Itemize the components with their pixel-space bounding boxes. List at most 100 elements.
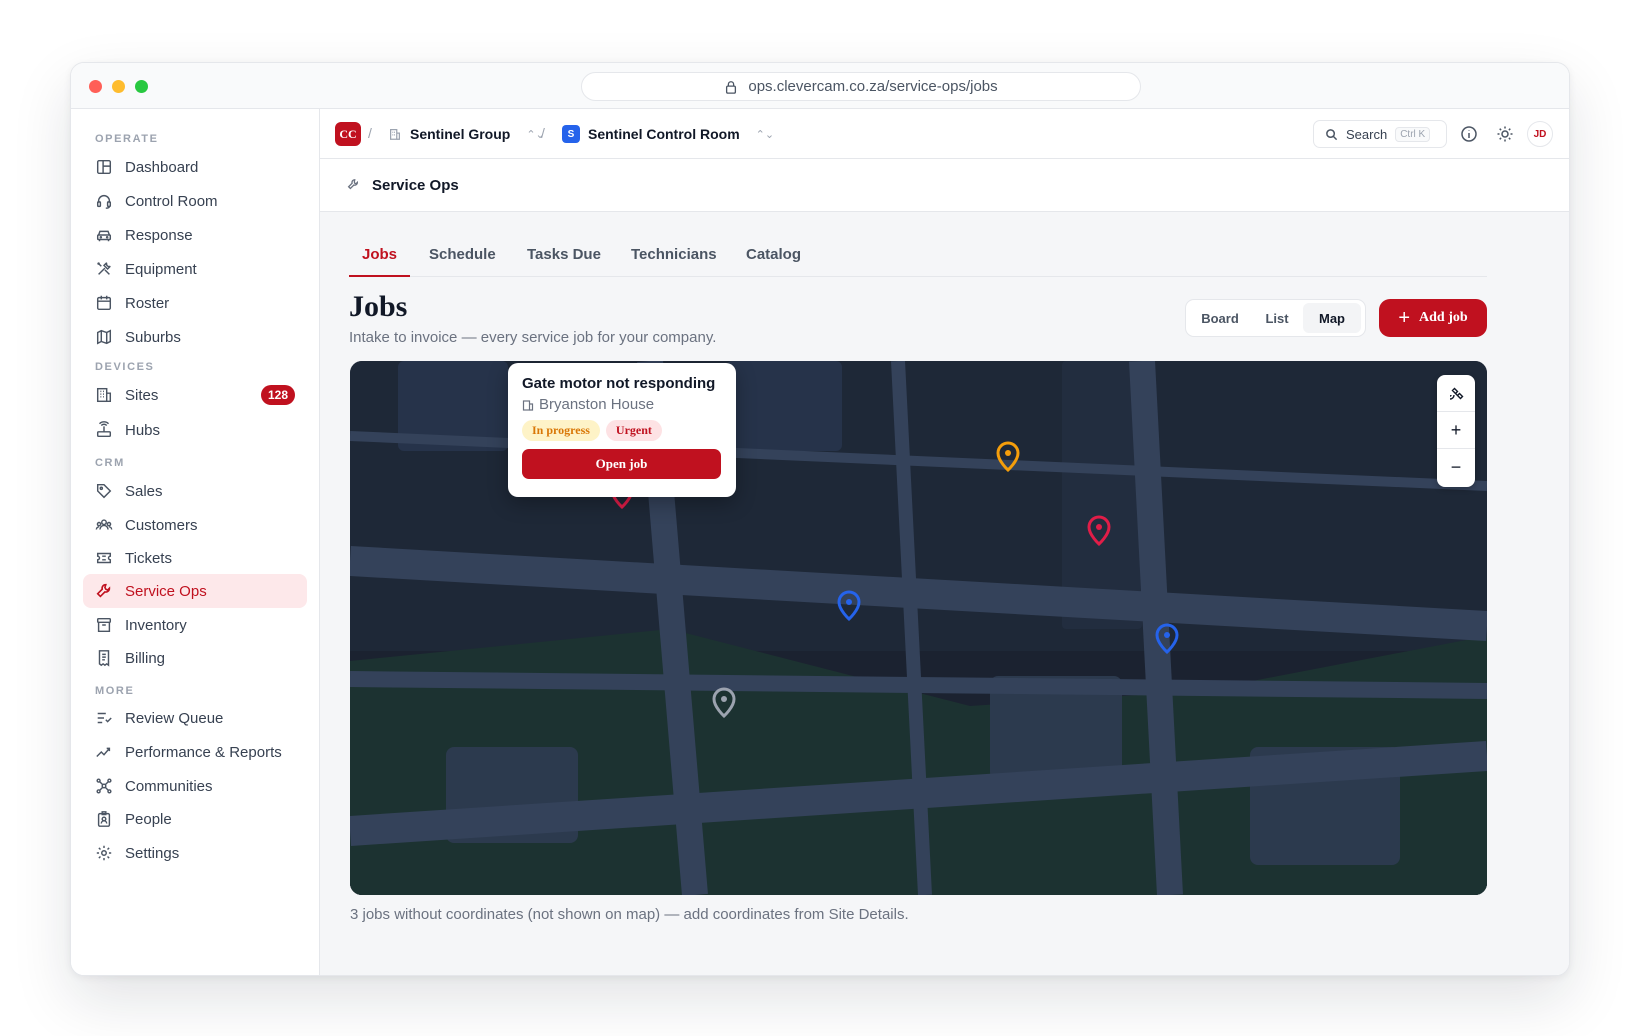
sidebar-item-dashboard[interactable]: Dashboard — [83, 150, 307, 184]
popup-badges: In progress Urgent — [522, 420, 722, 441]
add-job-label: Add job — [1419, 310, 1468, 325]
users-icon — [95, 519, 113, 530]
sidebar-item-billing[interactable]: Billing — [83, 641, 307, 675]
sidebar-item-review-queue[interactable]: Review Queue — [83, 701, 307, 735]
view-list-button[interactable]: List — [1251, 303, 1303, 333]
sidebar-item-label: Sites — [125, 386, 159, 404]
plus-icon: + — [1398, 307, 1411, 329]
map-controls: + − — [1437, 375, 1475, 487]
lock-icon — [726, 80, 737, 94]
section-label-crm: CRM — [95, 457, 125, 469]
section-title: Service Ops — [372, 176, 459, 194]
search-shortcut: Ctrl K — [1395, 126, 1431, 142]
section-label-devices: DEVICES — [95, 361, 155, 373]
sidebar-item-inventory[interactable]: Inventory — [83, 608, 307, 642]
job-pin-gray[interactable] — [709, 686, 739, 720]
open-job-button[interactable]: Open job — [522, 449, 721, 479]
wrench-icon — [96, 583, 111, 598]
zoom-in-button[interactable]: + — [1437, 412, 1475, 449]
close-window-button[interactable] — [89, 80, 102, 93]
sidebar-item-label: Hubs — [125, 421, 161, 439]
breadcrumb-separator: / — [541, 125, 545, 141]
sidebar-item-tickets[interactable]: Tickets — [83, 541, 307, 575]
browser-window: ops.clevercam.co.za/service-ops/jobs OPE… — [70, 62, 1570, 976]
maximize-window-button[interactable] — [135, 80, 148, 93]
dashboard-icon — [96, 159, 112, 175]
page-subtitle: Intake to invoice — every service job fo… — [349, 329, 717, 346]
job-pin-blue[interactable] — [1152, 622, 1182, 656]
org-switcher[interactable]: Sentinel Group ⌃⌄ — [388, 122, 545, 146]
sidebar-item-label: Suburbs — [125, 328, 181, 346]
archive-icon — [96, 617, 112, 633]
sidebar-item-sites[interactable]: Sites 128 — [83, 378, 307, 412]
main-content: CC / Sentinel Group ⌃⌄ / S Sentinel Cont… — [320, 109, 1569, 975]
satellite-icon — [1449, 387, 1464, 400]
sidebar-item-people[interactable]: People — [83, 802, 307, 836]
receipt-icon — [98, 650, 110, 667]
minimize-window-button[interactable] — [112, 80, 125, 93]
sidebar-item-performance[interactable]: Performance & Reports — [83, 735, 307, 769]
sidebar-item-label: Control Room — [125, 192, 218, 210]
trend-icon — [96, 747, 111, 758]
tab-technicians[interactable]: Technicians — [618, 237, 730, 277]
status-badge: In progress — [522, 420, 600, 441]
job-pin-red[interactable] — [1084, 514, 1114, 548]
jobs-map[interactable]: Gate motor not responding Bryanston Hous… — [350, 361, 1487, 895]
sidebar-item-suburbs[interactable]: Suburbs — [83, 320, 307, 354]
popup-site-name: Bryanston House — [539, 396, 655, 413]
sidebar-item-roster[interactable]: Roster — [83, 286, 307, 320]
zoom-out-button[interactable]: − — [1437, 449, 1475, 486]
sidebar-item-service-ops[interactable]: Service Ops — [83, 574, 307, 608]
workspace-badge: S — [562, 125, 580, 143]
ticket-icon — [96, 552, 112, 564]
list-check-icon — [97, 712, 112, 724]
sidebar-item-label: People — [125, 810, 172, 828]
top-bar: CC / Sentinel Group ⌃⌄ / S Sentinel Cont… — [320, 109, 1569, 159]
sidebar-item-response[interactable]: Response — [83, 218, 307, 252]
satellite-toggle-button[interactable] — [1437, 375, 1475, 412]
popup-job-title: Gate motor not responding — [522, 375, 716, 392]
headset-icon — [96, 194, 112, 209]
org-name: Sentinel Group — [410, 126, 511, 142]
sidebar-item-control-room[interactable]: Control Room — [83, 184, 307, 218]
address-bar[interactable]: ops.clevercam.co.za/service-ops/jobs — [581, 72, 1141, 101]
search-icon — [1326, 128, 1338, 140]
tab-tasks-due[interactable]: Tasks Due — [514, 237, 614, 277]
sidebar-item-label: Review Queue — [125, 709, 224, 727]
sidebar-item-label: Equipment — [125, 260, 197, 278]
theme-sun-icon[interactable] — [1496, 125, 1514, 143]
sidebar-item-communities[interactable]: Communities — [83, 769, 307, 803]
tab-catalog[interactable]: Catalog — [733, 237, 814, 277]
building-icon — [522, 399, 534, 411]
sidebar-item-hubs[interactable]: Hubs — [83, 413, 307, 447]
workspace-switcher[interactable]: S Sentinel Control Room ⌃⌄ — [562, 122, 774, 146]
tab-schedule[interactable]: Schedule — [416, 237, 509, 277]
sidebar-item-sales[interactable]: Sales — [83, 474, 307, 508]
user-avatar[interactable]: JD — [1527, 121, 1553, 147]
sidebar-item-label: Service Ops — [125, 582, 207, 600]
tools-icon — [97, 262, 111, 275]
search-button[interactable]: Search Ctrl K — [1313, 120, 1447, 148]
sidebar-item-equipment[interactable]: Equipment — [83, 252, 307, 286]
tab-jobs[interactable]: Jobs — [349, 237, 411, 277]
job-pin-amber[interactable] — [993, 440, 1023, 474]
view-board-button[interactable]: Board — [1189, 303, 1251, 333]
url-text: ops.clevercam.co.za/service-ops/jobs — [748, 78, 998, 95]
map-icon — [96, 329, 112, 345]
job-pin-blue[interactable] — [834, 589, 864, 623]
page-header: Service Ops — [320, 159, 1569, 212]
sites-count-badge: 128 — [260, 385, 295, 405]
section-label-more: MORE — [95, 685, 135, 697]
building-icon — [96, 387, 112, 403]
add-job-button[interactable]: + Add job — [1379, 299, 1487, 337]
info-icon[interactable] — [1460, 125, 1478, 143]
company-logo[interactable]: CC — [335, 122, 361, 146]
chevron-updown-icon: ⌃⌄ — [755, 128, 775, 141]
sidebar-item-label: Billing — [125, 649, 166, 667]
sidebar-item-settings[interactable]: Settings — [83, 836, 307, 870]
breadcrumb-separator: / — [368, 125, 372, 141]
sidebar-item-label: Inventory — [125, 616, 187, 634]
view-map-button[interactable]: Map — [1303, 303, 1361, 333]
sidebar-item-customers[interactable]: Customers — [83, 508, 307, 542]
car-icon — [96, 230, 112, 242]
